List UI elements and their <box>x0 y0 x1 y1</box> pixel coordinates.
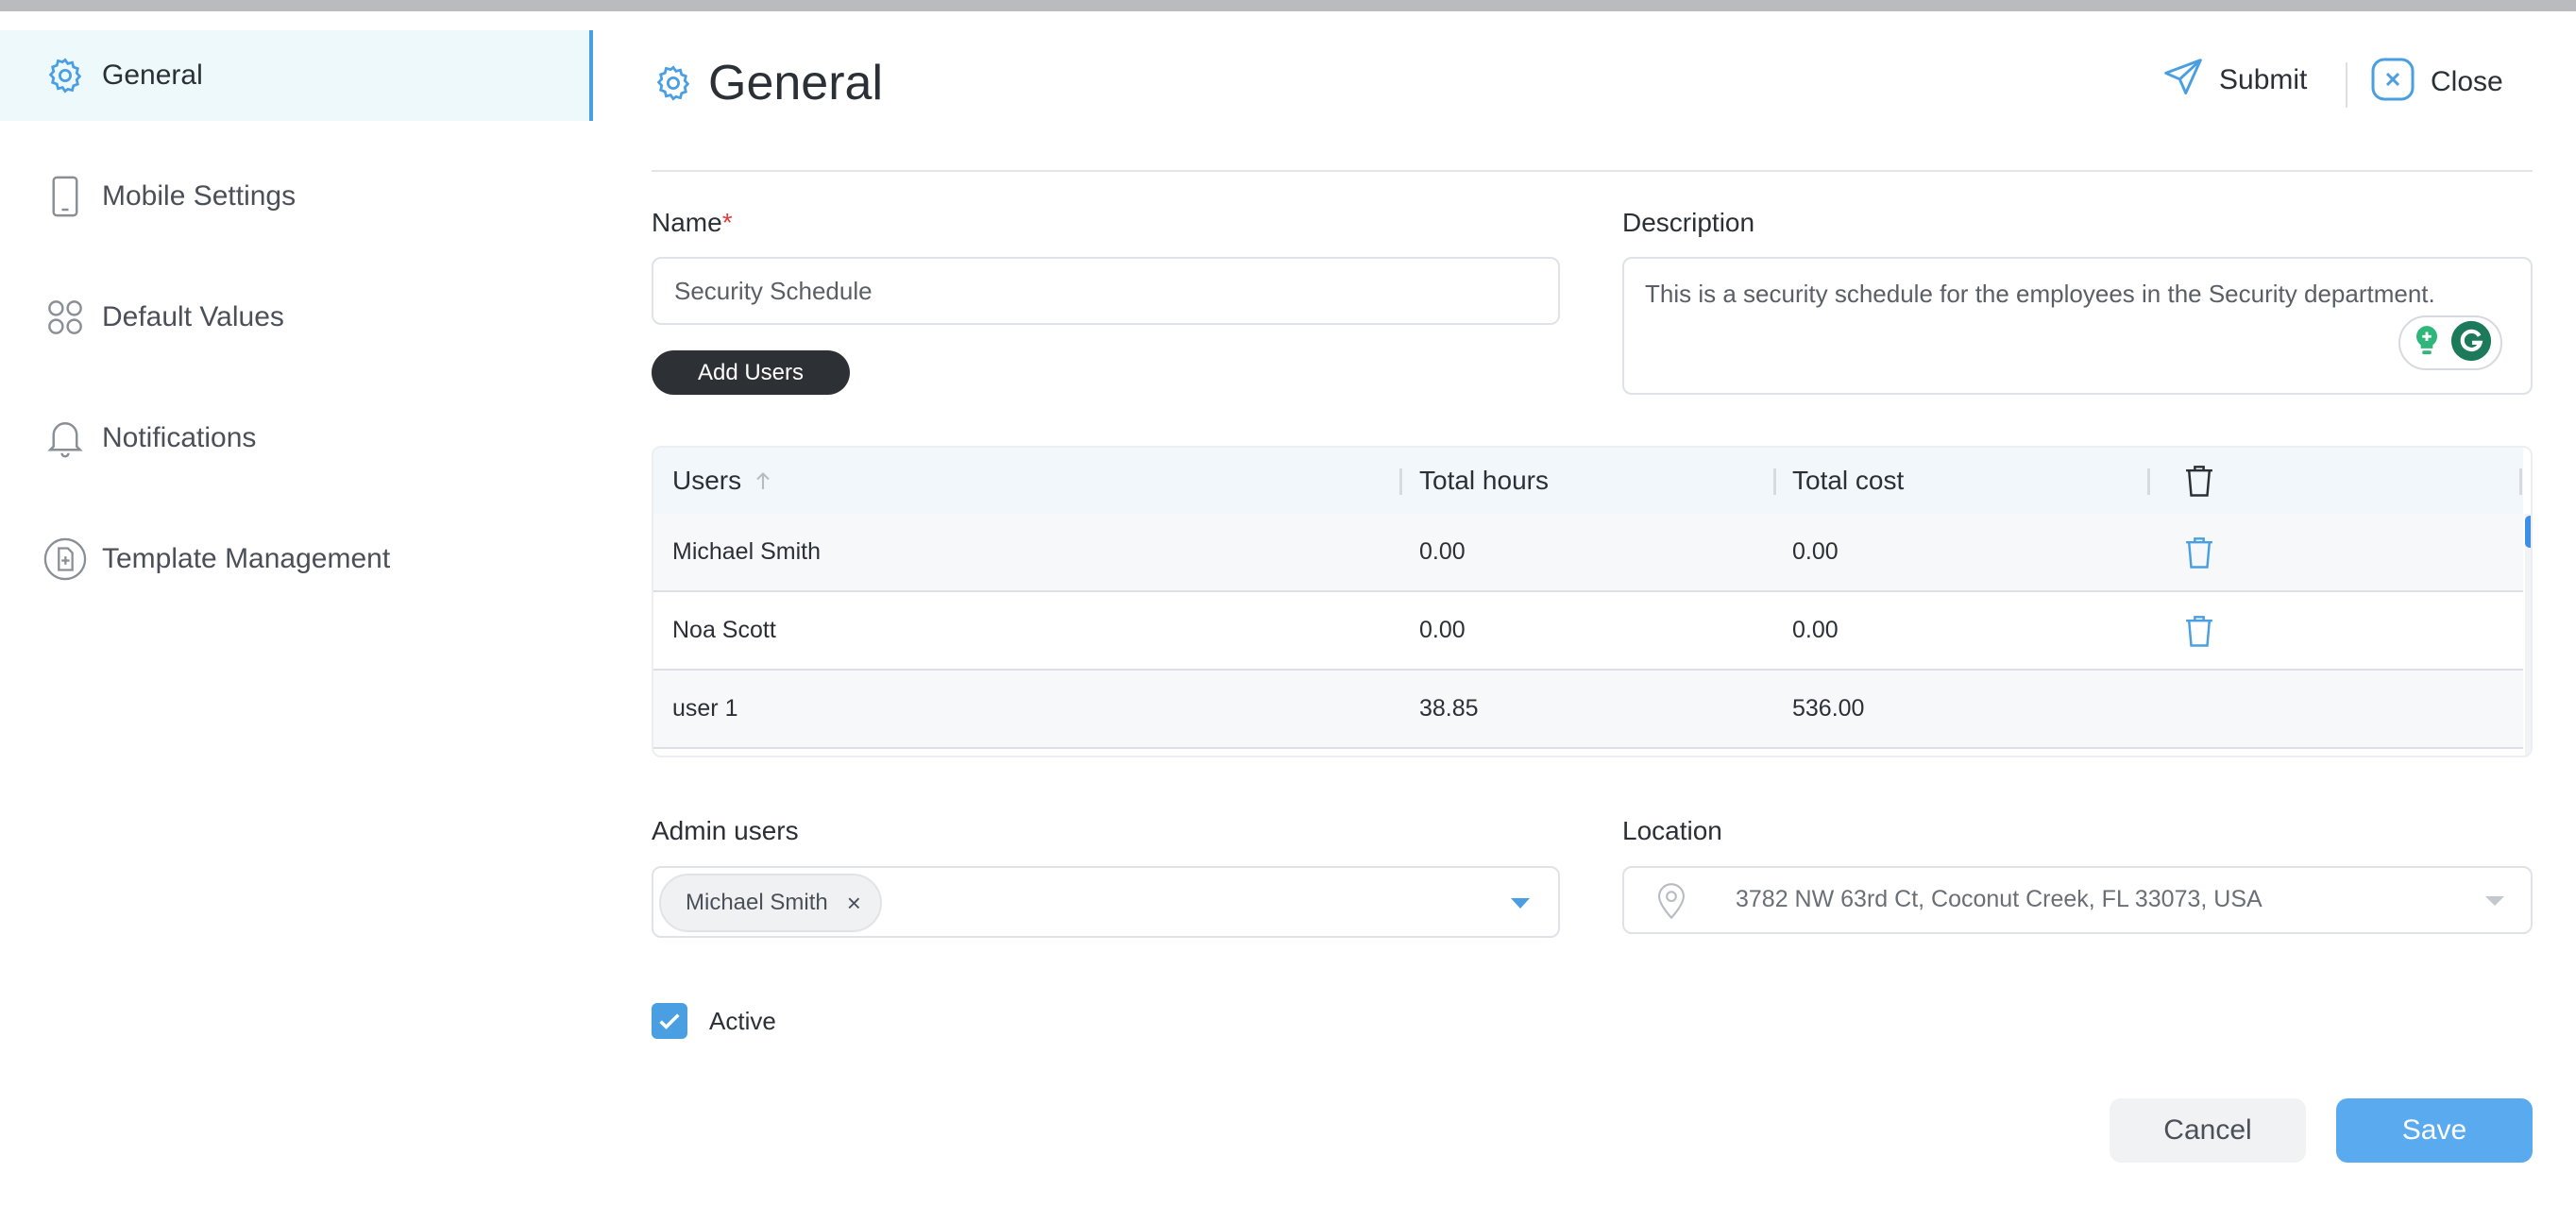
sidebar-item-mobile-settings[interactable]: Mobile Settings <box>0 151 593 242</box>
grid-circles-icon <box>43 296 87 339</box>
cell-user: Michael Smith <box>672 538 821 565</box>
sort-arrow-up-icon <box>754 470 771 491</box>
column-resize-handle[interactable] <box>1399 468 1402 495</box>
close-label: Close <box>2431 65 2503 97</box>
description-textarea[interactable]: This is a security schedule for the empl… <box>1622 257 2533 395</box>
delete-row-button[interactable] <box>2183 613 2215 649</box>
sidebar-item-label: Mobile Settings <box>102 180 297 212</box>
bell-icon <box>43 416 87 460</box>
header-divider <box>652 170 2533 172</box>
column-header-total-cost[interactable]: Total cost <box>1792 448 1904 514</box>
cell-cost: 536.00 <box>1792 695 1865 722</box>
name-input[interactable] <box>652 257 1560 325</box>
column-header-users[interactable]: Users <box>672 448 771 514</box>
active-checkbox[interactable] <box>652 1003 687 1039</box>
map-pin-icon <box>1652 881 1690 921</box>
phone-icon <box>43 175 87 218</box>
location-select[interactable]: 3782 NW 63rd Ct, Coconut Creek, FL 33073… <box>1622 866 2533 934</box>
window-top-strip <box>0 0 2576 11</box>
sidebar-item-notifications[interactable]: Notifications <box>0 393 593 484</box>
column-resize-handle[interactable] <box>2519 468 2522 495</box>
sidebar-item-label: Notifications <box>102 422 257 453</box>
cell-cost: 0.00 <box>1792 538 1839 565</box>
grammarly-icon <box>2449 319 2493 367</box>
admin-users-label: Admin users <box>652 816 799 845</box>
sidebar-item-default-values[interactable]: Default Values <box>0 272 593 363</box>
cancel-button[interactable]: Cancel <box>2110 1098 2306 1163</box>
submit-label: Submit <box>2219 63 2308 95</box>
chip-label: Michael Smith <box>686 890 828 915</box>
trash-icon <box>2183 463 2215 499</box>
remove-chip-icon[interactable]: × <box>847 889 861 918</box>
column-header-total-hours[interactable]: Total hours <box>1419 448 1549 514</box>
table-header: Users Total hours Total cost <box>653 448 2523 514</box>
cell-user: Noa Scott <box>672 617 776 643</box>
table-scrollbar-thumb[interactable] <box>2525 516 2531 548</box>
submit-button[interactable]: Submit <box>2162 57 2307 103</box>
checkmark-icon <box>656 1008 683 1034</box>
sidebar-item-label: General <box>102 60 203 91</box>
description-label: Description <box>1622 208 1755 237</box>
required-mark: * <box>721 208 733 237</box>
cell-hours: 0.00 <box>1419 538 1466 565</box>
column-resize-handle[interactable] <box>2147 468 2150 495</box>
column-resize-handle[interactable] <box>1773 468 1776 495</box>
sidebar: General Mobile Settings Default Values N… <box>0 11 593 1207</box>
cell-hours: 38.85 <box>1419 695 1479 722</box>
chevron-down-icon[interactable] <box>1511 898 1530 909</box>
active-label: Active <box>709 1007 776 1035</box>
trash-icon <box>2183 535 2215 570</box>
add-users-button[interactable]: Add Users <box>652 350 850 395</box>
delete-all-button[interactable] <box>2183 448 2215 514</box>
table-scrollbar-track[interactable] <box>2525 514 2531 756</box>
name-label-text: Name <box>652 208 722 237</box>
admin-users-select[interactable]: Michael Smith × <box>652 866 1560 938</box>
cell-user: user 1 <box>672 695 738 722</box>
template-icon <box>43 537 87 581</box>
name-label: Name* <box>652 208 733 238</box>
trash-icon <box>2183 613 2215 649</box>
sidebar-item-label: Default Values <box>102 301 284 332</box>
users-table: Users Total hours Total cost Michael Smi… <box>652 446 2533 757</box>
header-separator <box>2346 62 2347 108</box>
sidebar-item-label: Template Management <box>102 543 391 574</box>
location-value: 3782 NW 63rd Ct, Coconut Creek, FL 33073… <box>1736 886 2262 912</box>
gear-icon <box>652 61 695 105</box>
location-label: Location <box>1622 816 1722 845</box>
gear-icon <box>43 54 87 97</box>
close-icon <box>2370 57 2415 107</box>
page-title-text: General <box>708 56 883 110</box>
sidebar-item-template-management[interactable]: Template Management <box>0 514 593 604</box>
chevron-down-icon[interactable] <box>2485 896 2504 906</box>
save-button[interactable]: Save <box>2336 1098 2533 1163</box>
table-row[interactable]: Michael Smith 0.00 0.00 <box>653 514 2523 592</box>
page-title: General <box>652 55 883 111</box>
table-row[interactable]: user 1 38.85 536.00 <box>653 671 2523 749</box>
close-button[interactable]: Close <box>2370 57 2503 107</box>
column-header-text: Users <box>672 466 742 495</box>
lightbulb-icon <box>2409 323 2445 364</box>
description-text: This is a security schedule for the empl… <box>1645 280 2435 308</box>
cell-hours: 0.00 <box>1419 617 1466 643</box>
grammarly-widget[interactable] <box>2398 315 2502 370</box>
delete-row-button[interactable] <box>2183 535 2215 570</box>
table-row[interactable]: Noa Scott 0.00 0.00 <box>653 592 2523 671</box>
sidebar-item-general[interactable]: General <box>0 30 593 121</box>
admin-user-chip: Michael Smith × <box>659 874 882 932</box>
cell-cost: 0.00 <box>1792 617 1839 643</box>
send-icon <box>2162 57 2204 103</box>
